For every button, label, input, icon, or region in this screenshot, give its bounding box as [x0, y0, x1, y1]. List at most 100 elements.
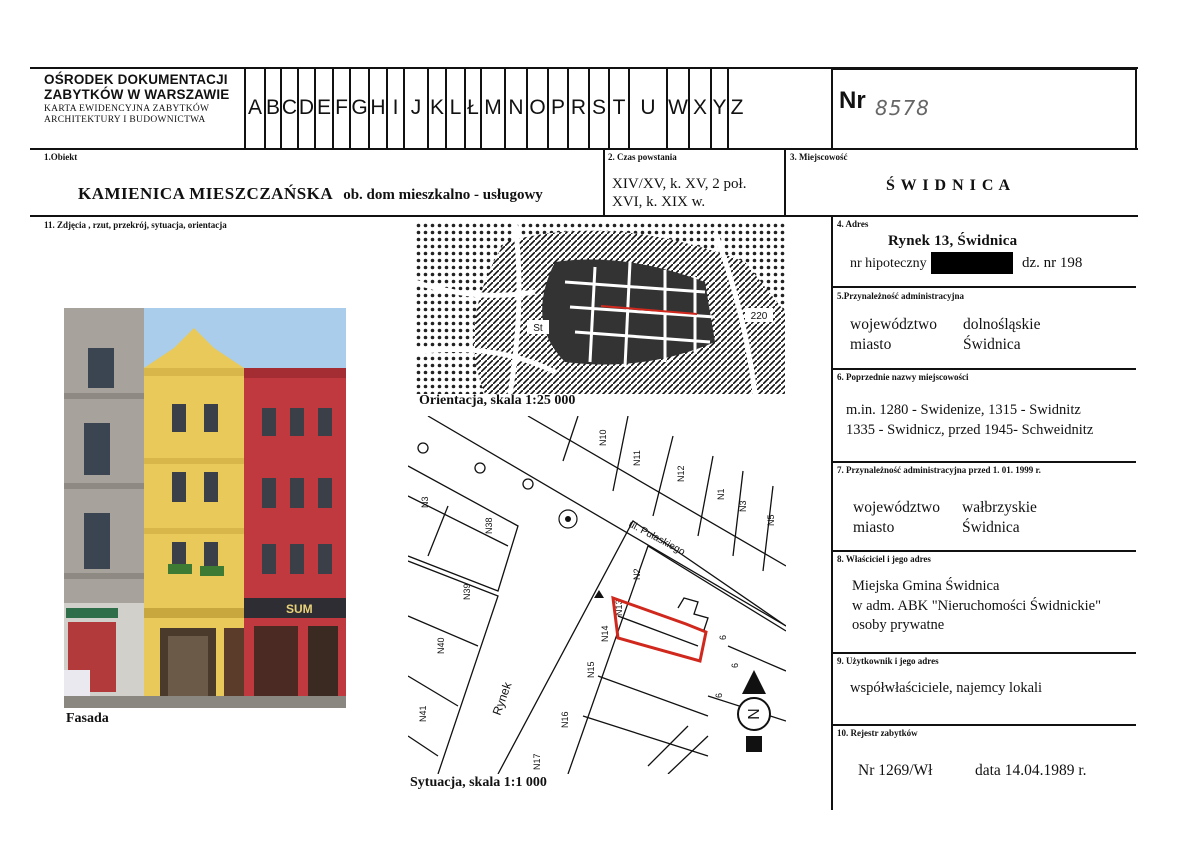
category-letter: T — [608, 68, 628, 148]
orientacja-caption: Orientacja, skala 1:25 000 — [419, 393, 576, 408]
category-letter: D — [297, 68, 314, 148]
obiekt-desc: ob. dom mieszkalno - usługowy — [343, 187, 543, 203]
miejscowosc-label: 3. Miejscowość — [790, 152, 848, 162]
rule-5 — [833, 286, 1136, 288]
fasada-caption: Fasada — [66, 711, 109, 726]
category-letters: ABCDEFGHIJKLŁMNOPRSTUWXYZ — [244, 68, 745, 148]
plot-label: N41 — [418, 705, 428, 722]
wlasciciel-line-2: w adm. ABK "Nieruchomości Świdnickie" — [852, 598, 1102, 614]
rejestr-data: data 14.04.1989 r. — [975, 762, 1087, 779]
przynaleznosc-label: 5.Przynależność administracyjna — [837, 291, 964, 301]
category-letter: Ł — [464, 68, 480, 148]
przynaleznosc-1999-label: 7. Przynależność administracyjna przed 1… — [837, 465, 1041, 475]
obiekt-value: KAMIENICA MIESZCZAŃSKA ob. dom mieszkaln… — [78, 184, 543, 204]
category-letter: K — [427, 68, 445, 148]
divider-miejscowosc — [784, 148, 786, 216]
woj-key: województwo — [850, 316, 937, 333]
org-line-2: ZABYTKÓW W WARSZAWIE — [44, 87, 230, 102]
category-letter: M — [480, 68, 504, 148]
org-line-4: ARCHITEKTURY I BUDOWNICTWA — [44, 115, 206, 125]
wlasciciel-label: 8. Właściciel i jego adres — [837, 554, 931, 564]
shop-sign-text: SUM — [286, 602, 313, 616]
category-letter: I — [386, 68, 403, 148]
divider-czas — [603, 148, 605, 216]
miasto-val: Świdnica — [963, 336, 1021, 353]
poprzednie-line-2: 1335 - Swidnicz, przed 1945- Schweidnitz — [846, 422, 1094, 438]
map-number: 220 — [751, 311, 768, 322]
category-letter: U — [628, 68, 666, 148]
hipoteczny-label: nr hipoteczny — [850, 256, 927, 271]
plot-label: N39 — [462, 583, 472, 600]
czas-label: 2. Czas powstania — [608, 152, 677, 162]
situation-map: N10 N11 N12 N1 N3 N5 N3 N38 N39 N40 N41 … — [408, 416, 786, 774]
rejestr-label: 10. Rejestr zabytków — [837, 728, 918, 738]
adres-label: 4. Adres — [837, 219, 869, 229]
rule-8 — [833, 550, 1136, 552]
plot-label: N15 — [586, 661, 596, 678]
category-letter: Z — [727, 68, 745, 148]
org-line-3: KARTA EWIDENCYJNA ZABYTKÓW — [44, 104, 210, 114]
plot-label: N38 — [484, 517, 494, 534]
woj-1999-val: wałbrzyskie — [962, 499, 1037, 516]
plot-label: N10 — [598, 429, 608, 446]
miasto-1999-val: Świdnica — [962, 519, 1020, 536]
plot-label: 6 — [718, 635, 728, 640]
redacted-block — [931, 252, 1013, 274]
miasto-key: miasto — [850, 336, 892, 353]
rule-7 — [833, 461, 1136, 463]
category-letter: P — [547, 68, 567, 148]
plot-label: N40 — [436, 637, 446, 654]
plot-label: N14 — [600, 625, 610, 642]
map-st-label: St — [533, 323, 543, 334]
category-letter: X — [688, 68, 710, 148]
poprzednie-label: 6. Poprzednie nazwy miejscowości — [837, 372, 969, 382]
right-column-divider — [831, 215, 833, 810]
category-letter: H — [368, 68, 386, 148]
facade-photo: SUM — [64, 308, 346, 708]
rejestr-nr: Nr 1269/Wł — [858, 762, 933, 779]
photos-label: 11. Zdjęcia , rzut, przekrój, sytuacja, … — [44, 220, 227, 230]
czas-line-1: XIV/XV, k. XV, 2 poł. — [612, 176, 747, 192]
category-letter: C — [280, 68, 297, 148]
woj-1999-key: województwo — [853, 499, 940, 516]
category-letter: O — [526, 68, 547, 148]
wlasciciel-line-1: Miejska Gmina Świdnica — [852, 578, 1000, 594]
category-letter: N — [504, 68, 526, 148]
category-letter: A — [244, 68, 264, 148]
category-letter: E — [314, 68, 332, 148]
org-line-1: OŚRODEK DOKUMENTACJI — [44, 72, 228, 87]
plot-label: N1 — [716, 488, 726, 500]
category-letter: L — [445, 68, 464, 148]
plot-label: N3 — [738, 500, 748, 512]
plot-label: N12 — [676, 465, 686, 482]
uzytkownik-value: współwłaściciele, najemcy lokali — [850, 680, 1043, 696]
category-letter: J — [403, 68, 427, 148]
plot-label: N11 — [632, 450, 642, 466]
rule-10 — [833, 724, 1136, 726]
nr-value: 8578 — [875, 96, 930, 120]
sytuacja-caption: Sytuacja, skala 1:1 000 — [410, 775, 547, 790]
miasto-1999-key: miasto — [853, 519, 895, 536]
north-arrow-icon: N — [744, 708, 761, 720]
category-letter: Y — [710, 68, 727, 148]
org-subtitle: KARTA EWIDENCYJNA ZABYTKÓW ARCHITEKTURY … — [44, 104, 209, 126]
plot-label: N2 — [632, 568, 642, 580]
category-letter: W — [666, 68, 688, 148]
org-name: OŚRODEK DOKUMENTACJI ZABYTKÓW W WARSZAWI… — [44, 72, 229, 102]
adres-value: Rynek 13, Świdnica — [888, 233, 1018, 249]
plot-label: 6 — [714, 693, 724, 698]
miejscowosc-value: Ś W I D N I C A — [886, 177, 1012, 194]
uzytkownik-label: 9. Użytkownik i jego adres — [837, 656, 939, 666]
nr-label: Nr — [839, 87, 866, 114]
plot-label: N16 — [560, 711, 570, 728]
woj-val: dolnośląskie — [963, 316, 1041, 333]
header-bottom-line — [30, 148, 1138, 150]
rule-6 — [833, 368, 1136, 370]
number-box: Nr 8578 — [831, 68, 1137, 150]
poprzednie-line-1: m.in. 1280 - Swidenize, 1315 - Swidnitz — [846, 402, 1081, 418]
dz-value: dz. nr 198 — [1022, 255, 1083, 271]
orientation-map: 220 St — [415, 222, 785, 394]
obiekt-name: KAMIENICA MIESZCZAŃSKA — [78, 184, 334, 203]
category-letter: G — [349, 68, 368, 148]
plot-label: N17 — [532, 753, 542, 770]
